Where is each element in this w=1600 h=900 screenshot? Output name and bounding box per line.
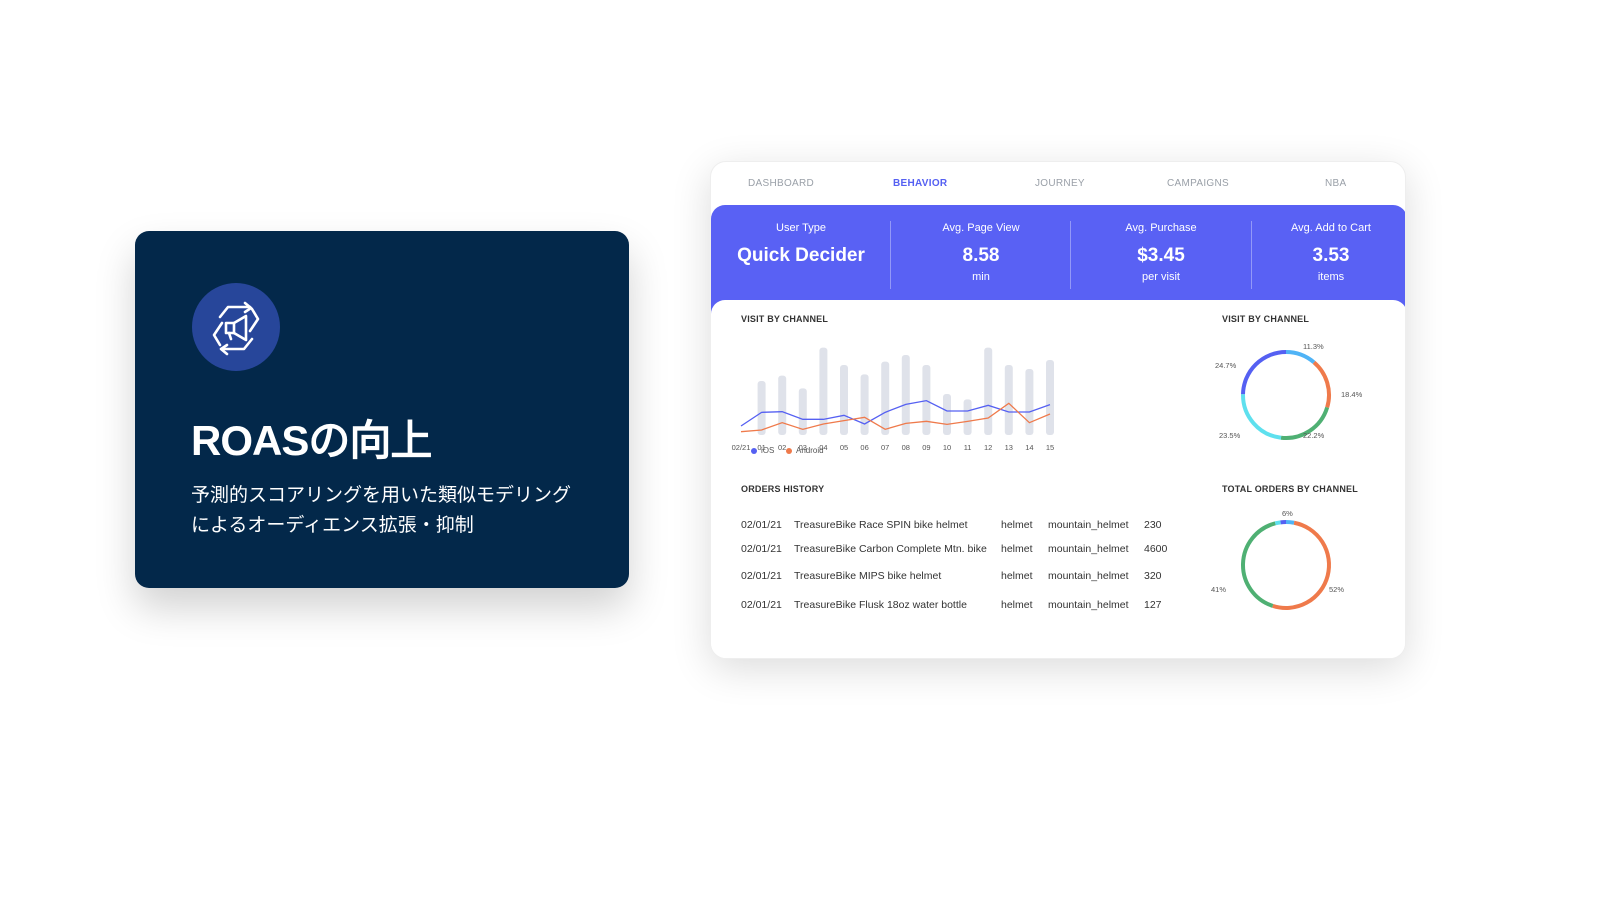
x-tick-label: 13 [1005,443,1013,452]
orders-title: ORDERS HISTORY [741,484,825,494]
donut-segment [1241,521,1276,608]
visit-bar [881,361,890,435]
donut-segment [1285,520,1295,525]
donut-label: 18.4% [1341,390,1363,399]
donut2-title: TOTAL ORDERS BY CHANNEL [1222,484,1358,494]
donut-segment [1241,394,1282,440]
donut-label: 41% [1211,585,1226,594]
order-cell: TreasureBike Race SPIN bike helmet [794,519,968,531]
order-cell: mountain_helmet [1048,543,1129,555]
order-cell: mountain_helmet [1048,519,1129,531]
stat-page-view: Avg. Page View 8.58 min [942,222,1020,283]
stat-add-to-cart: Avg. Add to Cart 3.53 items [1291,222,1371,283]
tab-behavior[interactable]: BEHAVIOR [893,178,947,189]
ios-line [740,399,1051,427]
orders-donut-chart: 6% 52% 41% [1211,509,1344,610]
order-cell: 02/01/21 [741,519,782,531]
visit-bar [757,381,766,435]
order-cell: mountain_helmet [1048,599,1129,611]
x-tick-label: 11 [964,443,972,452]
donut-label: 23.5% [1219,431,1241,440]
visit-bar [1046,360,1054,435]
x-tick-label: 12 [984,443,992,452]
stat-purchase: Avg. Purchase $3.45 per visit [1125,222,1197,283]
tab-dashboard[interactable]: DASHBOARD [748,178,814,189]
android-line [740,402,1051,433]
visit-bar [922,365,931,435]
donut-segment [1241,350,1287,395]
order-cell: helmet [1001,519,1033,531]
visit-bar [860,374,869,435]
x-tick-label: 15 [1046,443,1054,452]
content-area: VISIT BY CHANNEL 02/21 01 02 03 04 05 06 07 08 09… [711,300,1405,658]
tab-journey[interactable]: JOURNEY [1035,178,1085,189]
visit-bar [1025,369,1034,435]
donut-label: 52% [1329,585,1344,594]
visit-bar [984,347,993,435]
stats-band: User Type Quick Decider Avg. Page View 8.5… [711,205,1405,314]
tab-campaigns[interactable]: CAMPAIGNS [1167,178,1229,189]
order-cell: 320 [1144,570,1162,582]
donut-segment [1274,520,1281,526]
megaphone-cycle-icon [192,283,280,371]
card-description: 予測的スコアリングを用いた類似モデリング によるオーディエンス拡張・抑制 [191,485,572,536]
order-cell: TreasureBike MIPS bike helmet [794,570,942,582]
donut-label: 22.2% [1303,431,1325,440]
order-cell: TreasureBike Carbon Complete Mtn. bike [794,543,987,555]
x-tick-label: 02/21 [732,443,751,452]
donut-segment [1285,350,1316,364]
tab-nba[interactable]: NBA [1325,178,1346,189]
visit-chart-title: VISIT BY CHANNEL [741,314,829,324]
order-cell: mountain_helmet [1048,570,1129,582]
feature-card: ROASの向上 予測的スコアリングを用いた類似モデリング によるオーディエンス拡張… [135,231,629,588]
x-tick-label: 05 [840,443,848,452]
visit-bar [840,365,848,435]
card-title: ROASの向上 [191,417,432,464]
visit-bar [1004,365,1013,435]
visit-bar [778,375,787,435]
x-tick-label: 07 [881,443,889,452]
legend-android: Android [786,446,824,455]
order-cell: 02/01/21 [741,570,782,582]
order-cell: helmet [1001,570,1033,582]
order-cell: 02/01/21 [741,599,782,611]
visit-bar [963,399,972,435]
order-cell: TreasureBike Flusk 18oz water bottle [794,599,967,611]
order-cell: 4600 [1144,543,1168,555]
legend-ios: iOS [751,446,774,455]
visit-bar [943,394,951,435]
donut1-title: VISIT BY CHANNEL [1222,314,1310,324]
donut-segment [1312,360,1331,409]
donut-label: 24.7% [1215,361,1237,370]
order-cell: helmet [1001,599,1033,611]
dashboard-panel: DASHBOARD BEHAVIOR JOURNEY CAMPAIGNS NBA… [710,161,1406,659]
order-cell: helmet [1001,543,1033,555]
stat-user-type: User Type Quick Decider [737,222,865,266]
visit-bar [819,347,828,435]
donut-label: 6% [1282,509,1293,518]
x-tick-label: 06 [860,443,868,452]
order-cell: 127 [1144,599,1162,611]
order-cell: 230 [1144,519,1162,531]
x-tick-label: 10 [943,443,951,452]
donut-label: 11.3% [1303,342,1324,351]
visit-by-channel-chart: 02/21 01 02 03 04 05 06 07 08 09 10 11 12 13 14 15 [732,347,1054,452]
donut-segment [1272,520,1331,610]
x-tick-label: 08 [902,443,910,452]
visit-donut-chart: 11.3% 18.4% 22.2% 23.5% 24.7% [1215,342,1363,440]
x-tick-label: 14 [1025,443,1033,452]
x-tick-label: 09 [922,443,930,452]
order-cell: 02/01/21 [741,543,782,555]
